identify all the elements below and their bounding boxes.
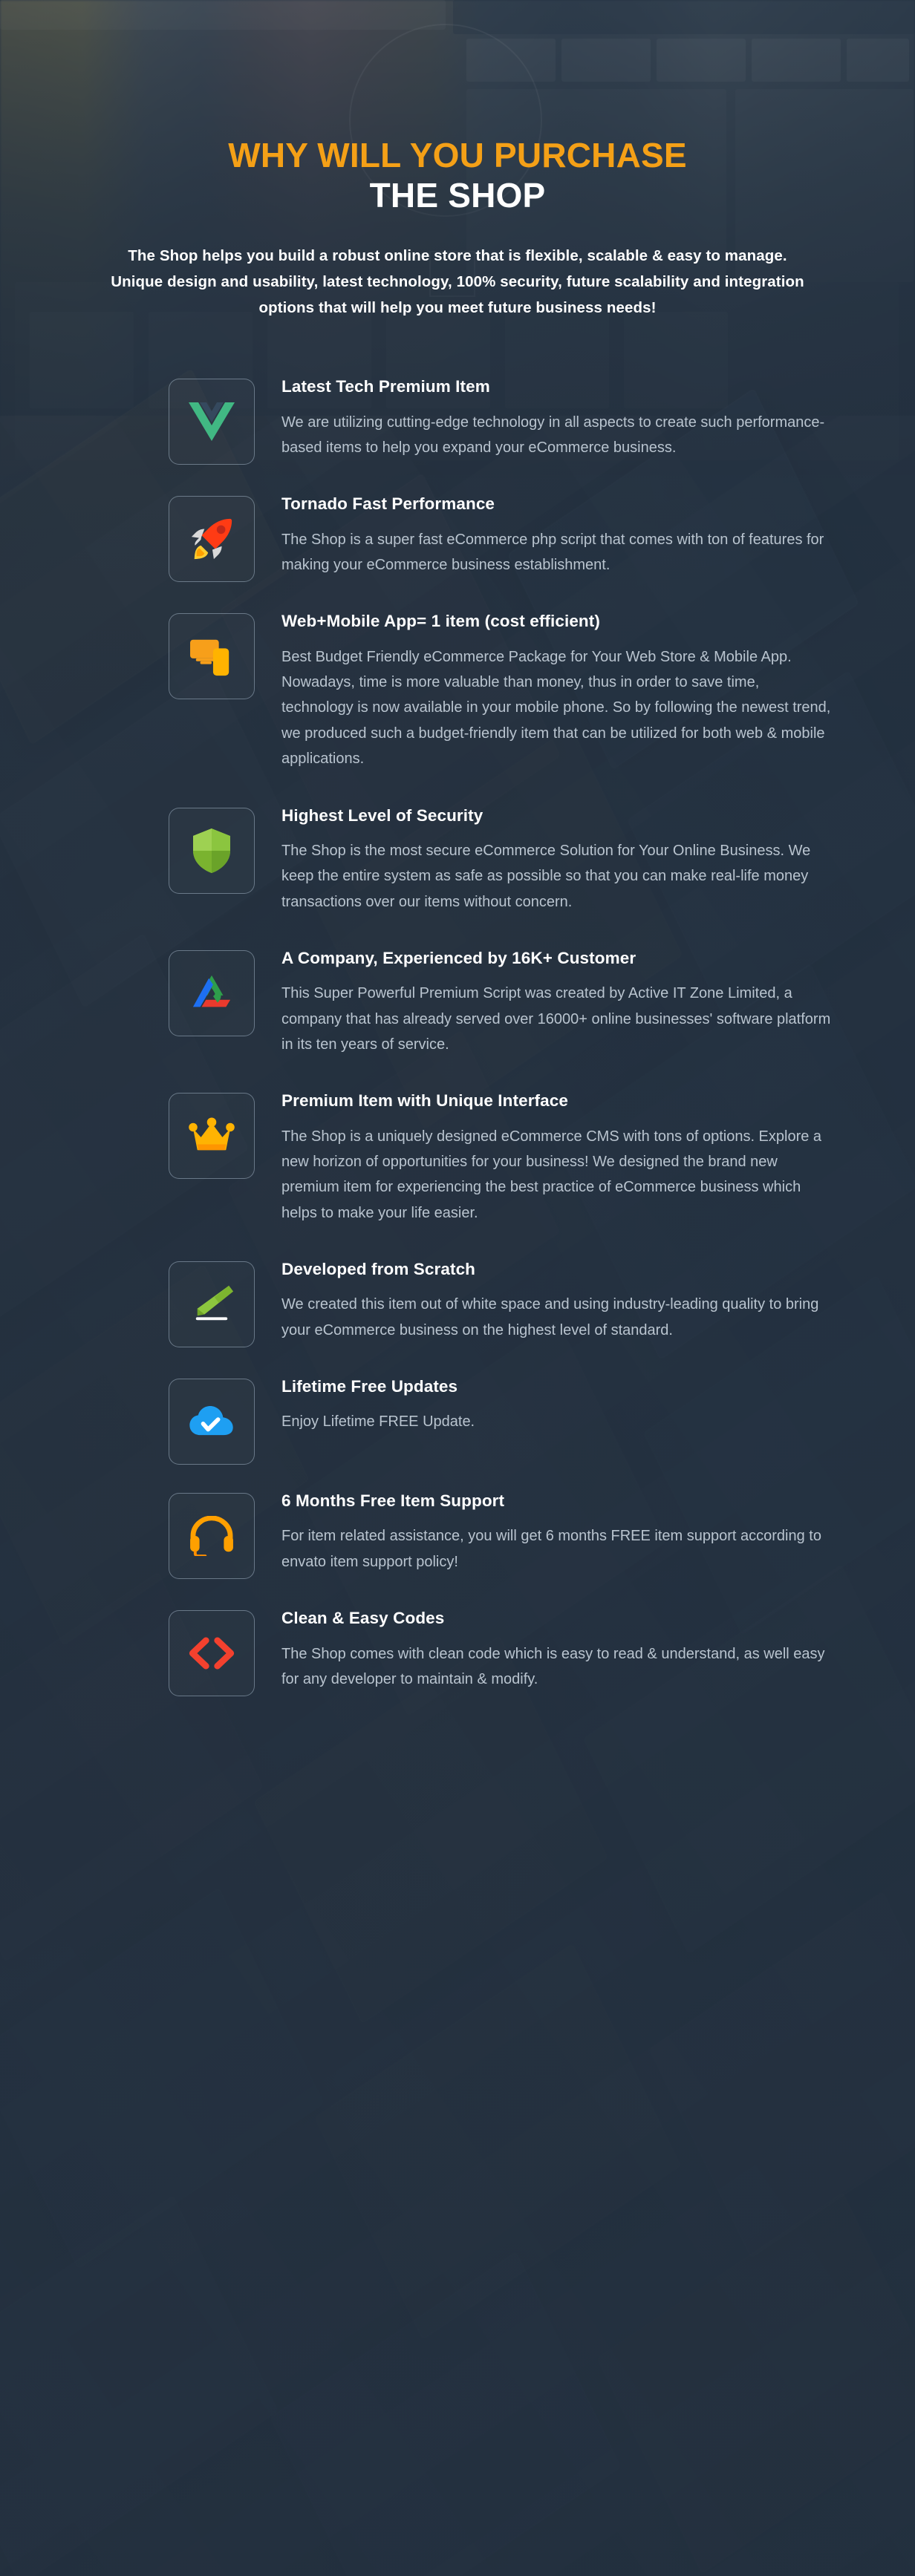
- page-title-line-2: THE SHOP: [369, 176, 546, 215]
- headphone-icon: [169, 1493, 255, 1580]
- cloud-check-icon: [169, 1379, 255, 1465]
- page-title: WHY WILL YOU PURCHASE THE SHOP: [0, 135, 915, 216]
- feature-body: The Shop is a super fast eCommerce php s…: [281, 531, 824, 573]
- feature-body: Enjoy Lifetime FREE Update.: [281, 1413, 475, 1431]
- feature-title: Web+Mobile App= 1 item (cost efficient): [281, 612, 600, 631]
- feature-body: The Shop comes with clean code which is …: [281, 1645, 825, 1687]
- feature-title: Premium Item with Unique Interface: [281, 1091, 568, 1111]
- feature-item: Clean & Easy Codes The Shop comes with c…: [163, 1607, 833, 1697]
- feature-title: Latest Tech Premium Item: [281, 377, 490, 396]
- feature-title: Highest Level of Security: [281, 805, 483, 825]
- feature-title: Lifetime Free Updates: [281, 1377, 458, 1396]
- feature-title: A Company, Experienced by 16K+ Customer: [281, 948, 636, 967]
- hero-section: WHY WILL YOU PURCHASE THE SHOP The Shop …: [0, 0, 915, 321]
- feature-item: Lifetime Free Updates Enjoy Lifetime FRE…: [163, 1376, 833, 1465]
- feature-list: Latest Tech Premium Item We are utilizin…: [82, 376, 833, 1697]
- crown-icon: [169, 1093, 255, 1180]
- feature-body: Best Budget Friendly eCommerce Package f…: [281, 648, 831, 768]
- shield-icon: [169, 807, 255, 894]
- feature-item: Tornado Fast Performance The Shop is a s…: [163, 493, 833, 583]
- hero-description: The Shop helps you build a robust online…: [111, 246, 804, 317]
- active-it-zone-logo-icon: [169, 949, 255, 1036]
- vue-logo-icon: [169, 379, 255, 465]
- feature-item: Premium Item with Unique Interface The S…: [163, 1090, 833, 1226]
- feature-item: 6 Months Free Item Support For item rela…: [163, 1490, 833, 1580]
- feature-body: For item related assistance, you will ge…: [281, 1528, 821, 1570]
- feature-title: 6 Months Free Item Support: [281, 1491, 505, 1511]
- feature-item: A Company, Experienced by 16K+ Customer …: [163, 947, 833, 1057]
- why-purchase-page: WHY WILL YOU PURCHASE THE SHOP The Shop …: [0, 0, 915, 2576]
- rocket-icon: [169, 496, 255, 583]
- feature-title: Tornado Fast Performance: [281, 494, 495, 514]
- feature-body: This Super Powerful Premium Script was c…: [281, 985, 831, 1053]
- feature-item: Highest Level of Security The Shop is th…: [163, 805, 833, 915]
- feature-body: We are utilizing cutting-edge technology…: [281, 413, 825, 456]
- page-title-line-1: WHY WILL YOU PURCHASE: [228, 136, 687, 174]
- feature-body: The Shop is a uniquely designed eCommerc…: [281, 1128, 822, 1221]
- feature-title: Developed from Scratch: [281, 1260, 476, 1279]
- feature-title: Clean & Easy Codes: [281, 1609, 445, 1628]
- feature-item: Latest Tech Premium Item We are utilizin…: [163, 376, 833, 465]
- feature-body: We created this item out of white space …: [281, 1296, 819, 1338]
- feature-item: Developed from Scratch We created this i…: [163, 1258, 833, 1348]
- feature-body: The Shop is the most secure eCommerce So…: [281, 842, 811, 910]
- code-brackets-icon: [169, 1610, 255, 1697]
- desktop-mobile-icon: [169, 613, 255, 700]
- feature-item: Web+Mobile App= 1 item (cost efficient) …: [163, 610, 833, 771]
- pencil-icon: [169, 1261, 255, 1348]
